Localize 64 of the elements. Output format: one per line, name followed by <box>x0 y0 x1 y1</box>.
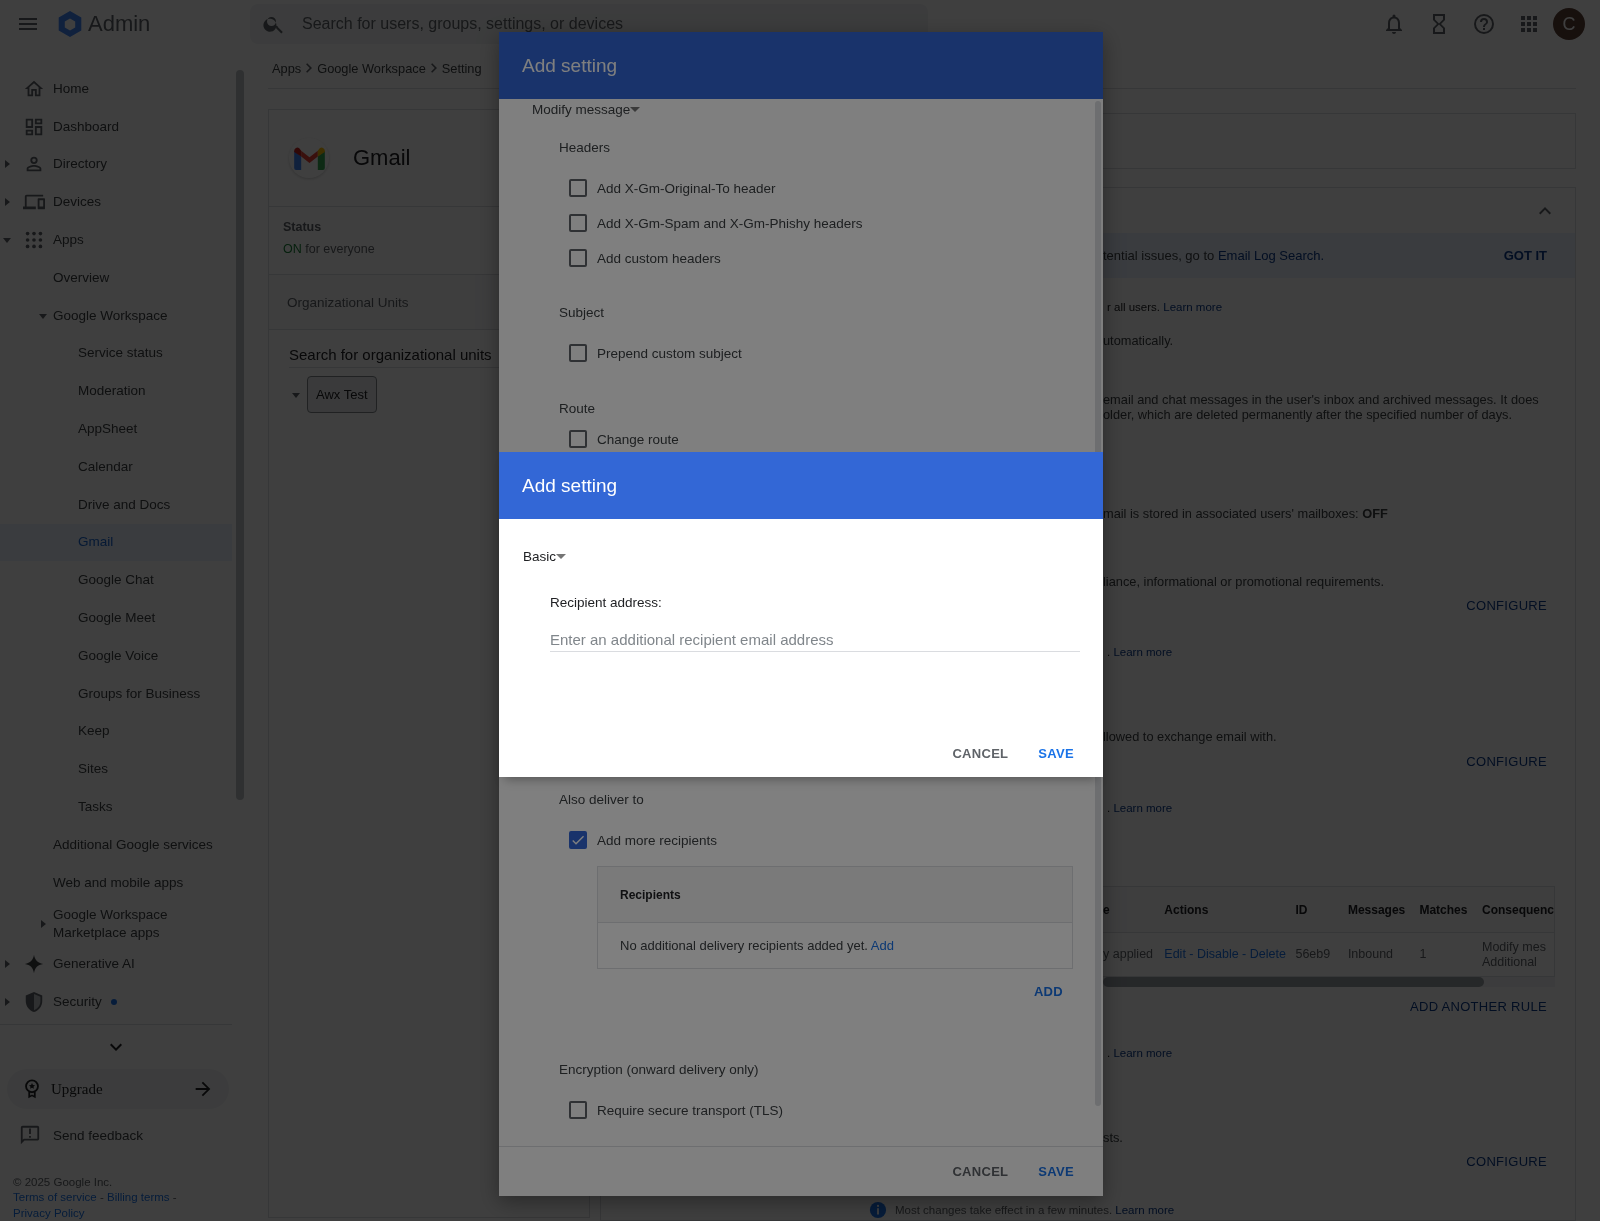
admin-logo[interactable] <box>56 10 84 38</box>
chevron-right-icon <box>430 63 437 73</box>
section-heading: Headers <box>559 139 612 157</box>
checkbox-label: Add X-Gm-Spam and X-Gm-Phishy headers <box>597 215 863 231</box>
save-button[interactable]: SAVE <box>1030 737 1082 769</box>
checkbox[interactable] <box>569 249 587 267</box>
action-dropdown[interactable]: Modify message <box>532 101 641 119</box>
help-text: . Learn more <box>1107 646 1173 658</box>
checkbox[interactable] <box>569 214 587 232</box>
dialog-title: Add setting <box>499 32 1103 99</box>
caret-icon[interactable] <box>2 197 12 208</box>
checkbox[interactable] <box>569 430 587 448</box>
checkbox[interactable] <box>569 344 587 362</box>
field-label: Recipient address: <box>550 594 663 612</box>
add-button[interactable]: ADD <box>1025 976 1071 1007</box>
chevron-right-icon <box>306 63 313 73</box>
action-button[interactable]: ADD ANOTHER RULE <box>1410 997 1547 1017</box>
checkbox-label: Change route <box>597 431 679 447</box>
separator-text: - <box>172 1191 177 1204</box>
learn-more-link[interactable]: Learn more <box>1163 301 1223 313</box>
scrollbar[interactable] <box>1103 977 1484 987</box>
checkbox[interactable] <box>569 179 587 197</box>
section-heading: Encryption (onward delivery only) <box>559 1061 760 1079</box>
dismiss-button[interactable]: GOT IT <box>1503 248 1547 263</box>
learn-more-link[interactable]: Learn more <box>1113 1047 1173 1059</box>
email-log-link[interactable]: Email Log Search. <box>1217 247 1325 263</box>
caret-icon[interactable] <box>2 959 12 970</box>
help-icon[interactable] <box>1472 12 1496 36</box>
caret-icon[interactable] <box>2 159 12 170</box>
caret-icon[interactable] <box>2 997 12 1008</box>
column-header: Recipients <box>620 887 681 902</box>
cancel-button[interactable]: CANCEL <box>944 737 1017 769</box>
dialog-title: Add setting <box>499 452 1103 519</box>
separator-text: - <box>99 1191 104 1204</box>
info-icon <box>869 1201 887 1219</box>
action-button[interactable]: CONFIGURE <box>1466 752 1547 772</box>
learn-more-link[interactable]: Learn more <box>1113 646 1173 658</box>
learn-more-link[interactable]: Learn more <box>1115 1204 1175 1216</box>
input-field[interactable]: Enter an additional recipient email address <box>550 627 1080 652</box>
checkbox-label: Add more recipients <box>597 832 718 848</box>
checkbox-label: Add X-Gm-Original-To header <box>597 180 776 196</box>
action-button[interactable]: CONFIGURE <box>1466 596 1547 616</box>
mode-dropdown[interactable]: Basic <box>523 548 566 566</box>
checkbox-label: Require secure transport (TLS) <box>597 1102 784 1118</box>
section-heading: Route <box>559 400 597 418</box>
empty-message: No additional delivery recipients added yet. Add <box>620 938 894 953</box>
status-value: ON <box>283 242 302 256</box>
checkbox-label: Add custom headers <box>597 250 721 266</box>
help-text: . Learn more <box>1107 1047 1173 1059</box>
dropdown-caret-icon <box>556 554 566 560</box>
cancel-button[interactable]: CANCEL <box>944 1156 1017 1187</box>
checkbox-label: Prepend custom subject <box>597 345 742 361</box>
caret-icon[interactable] <box>38 918 48 929</box>
section-heading: Also deliver to <box>559 791 645 809</box>
learn-more-link[interactable]: Learn more <box>1113 802 1173 814</box>
checkbox[interactable] <box>569 831 587 849</box>
save-button[interactable]: SAVE <box>1030 1156 1082 1187</box>
gmail-logo <box>293 146 325 170</box>
section-heading: Subject <box>559 304 606 322</box>
action-button[interactable]: CONFIGURE <box>1466 1152 1547 1172</box>
dropdown-caret-icon <box>630 107 641 113</box>
add-link[interactable]: Add <box>870 938 894 953</box>
checkbox[interactable] <box>569 1101 587 1119</box>
help-text: . Learn more <box>1107 802 1173 814</box>
